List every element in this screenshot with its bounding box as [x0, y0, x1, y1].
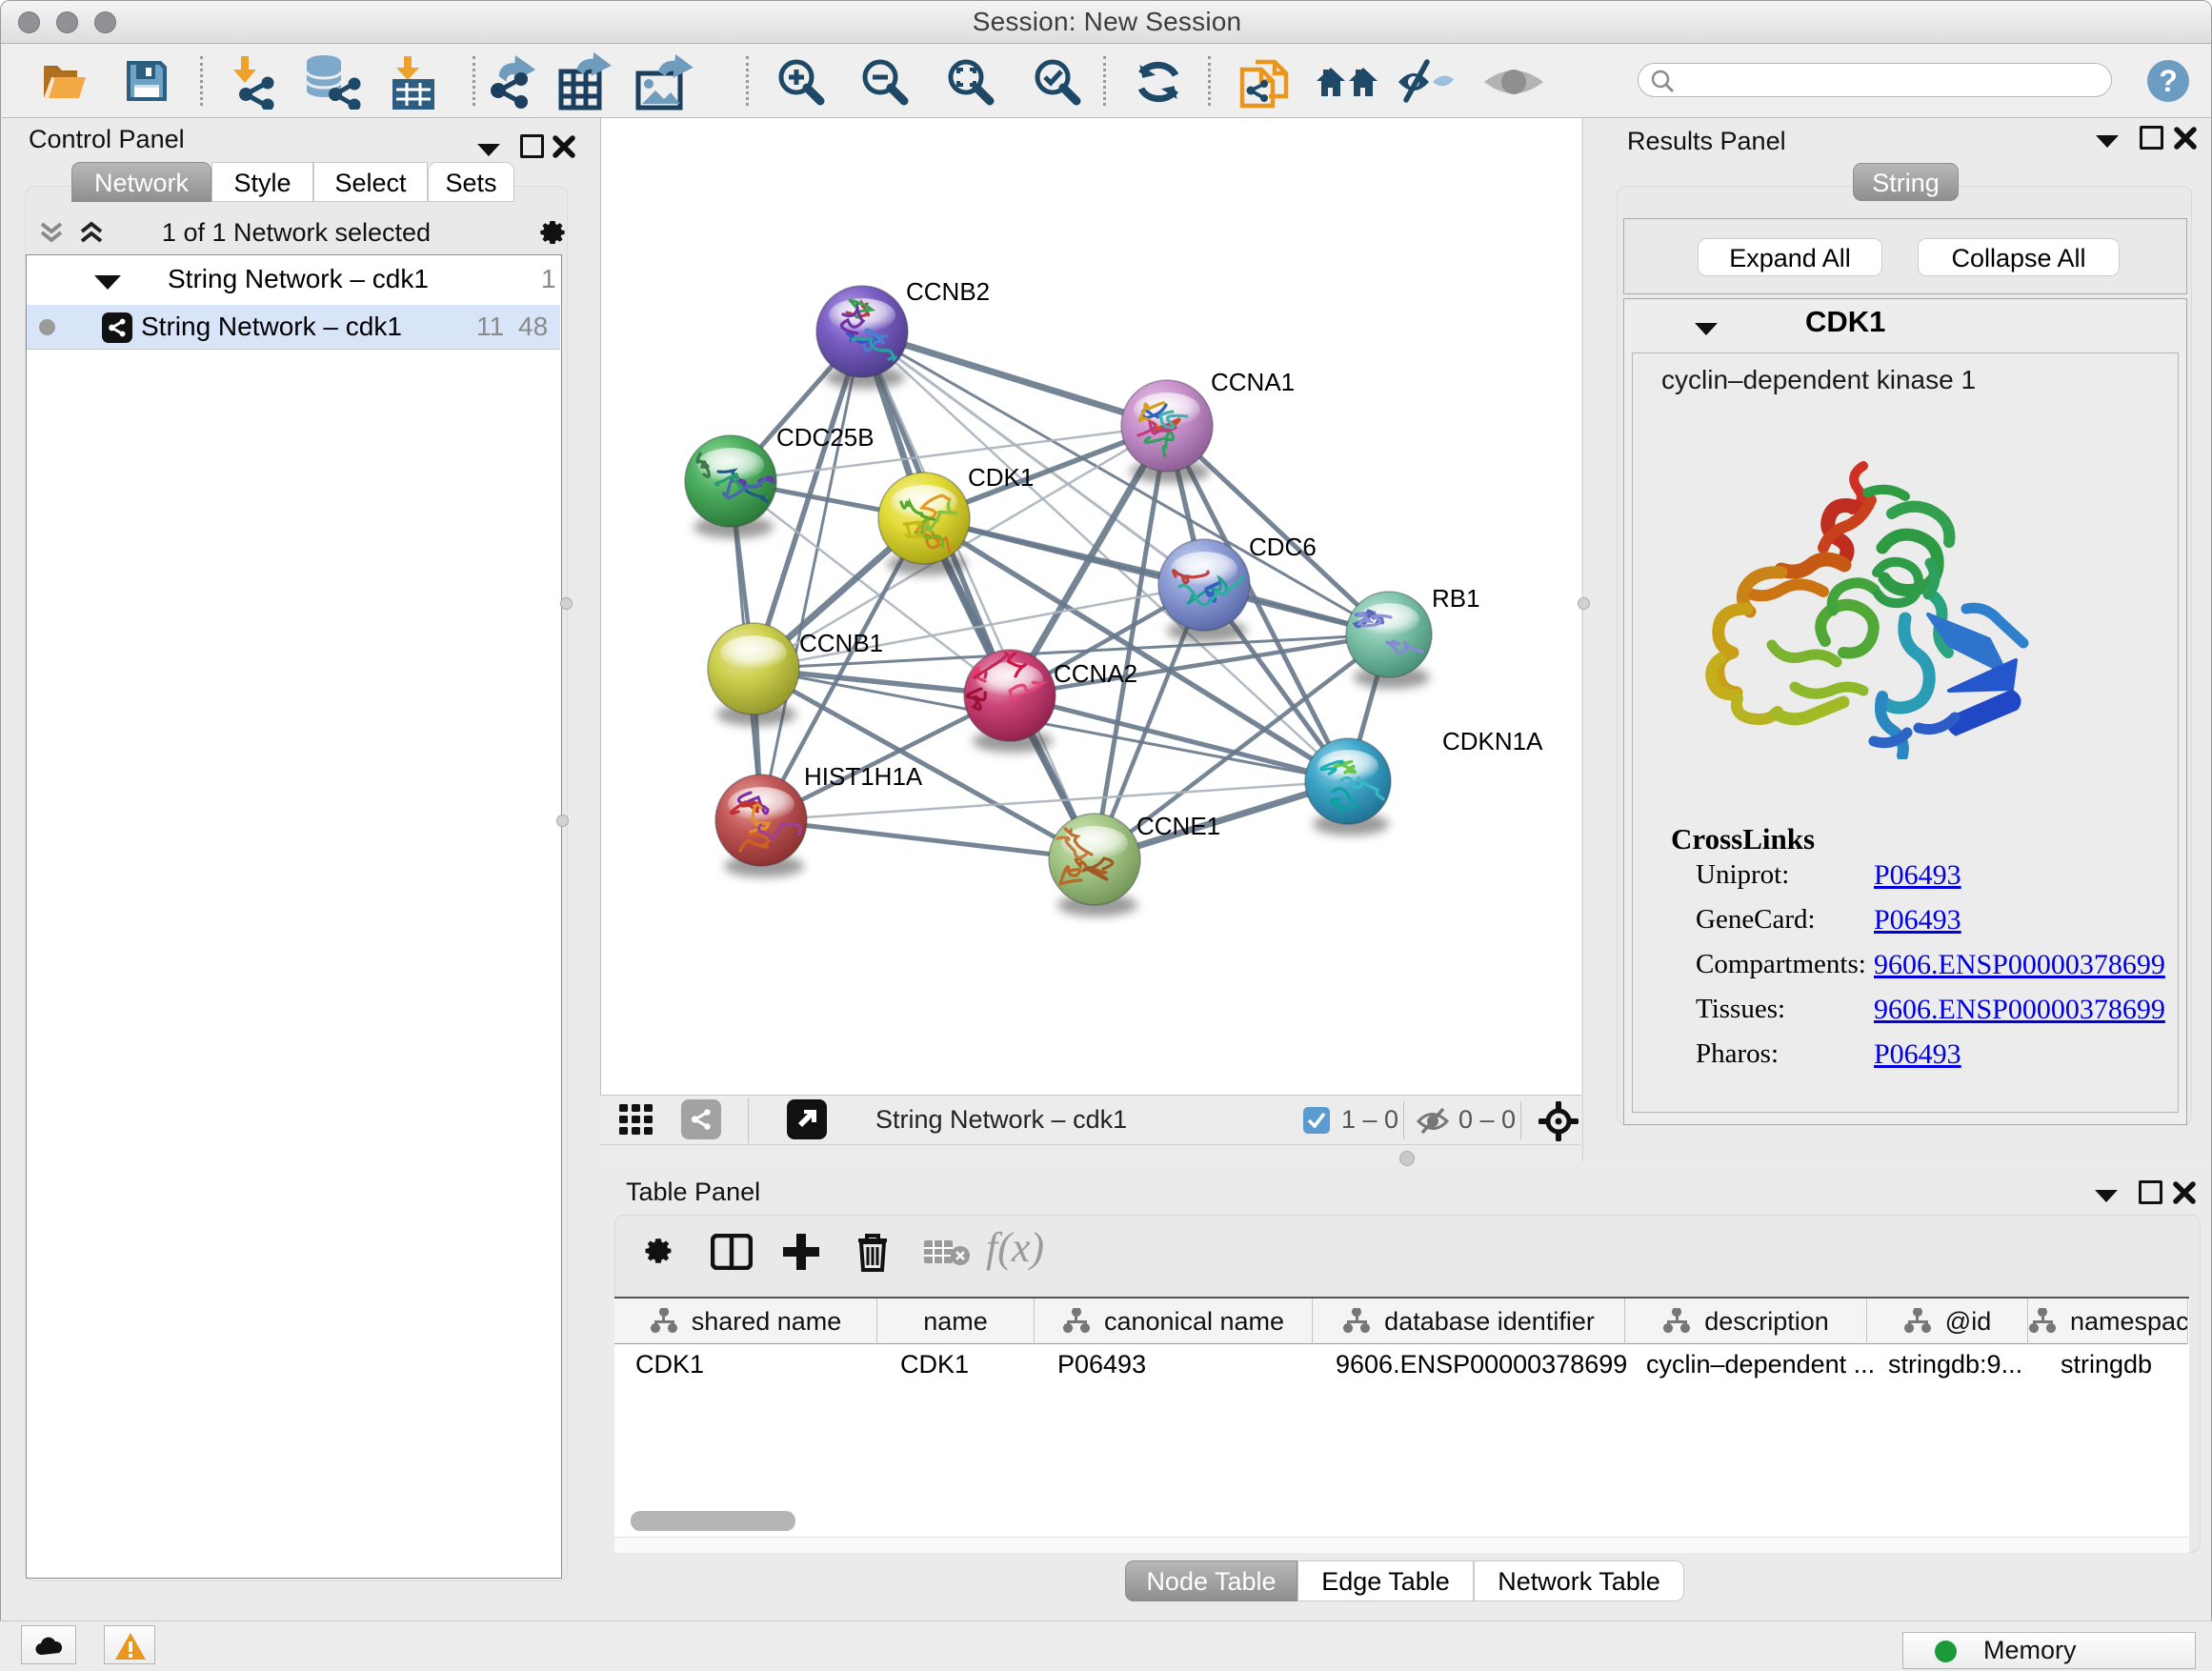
- svg-text:CCNA1: CCNA1: [1211, 368, 1295, 396]
- svg-text:CDC6: CDC6: [1249, 533, 1317, 561]
- svg-text:HIST1H1A: HIST1H1A: [804, 762, 923, 791]
- svg-text:CCNE1: CCNE1: [1136, 812, 1220, 840]
- svg-text:CDC25B: CDC25B: [776, 423, 875, 452]
- svg-text:CCNB1: CCNB1: [799, 629, 883, 657]
- svg-text:CDK1: CDK1: [968, 463, 1034, 492]
- svg-text:CCNB2: CCNB2: [906, 277, 990, 306]
- svg-text:CDKN1A: CDKN1A: [1442, 727, 1543, 755]
- svg-text:RB1: RB1: [1432, 584, 1480, 613]
- svg-text:CCNA2: CCNA2: [1054, 659, 1137, 688]
